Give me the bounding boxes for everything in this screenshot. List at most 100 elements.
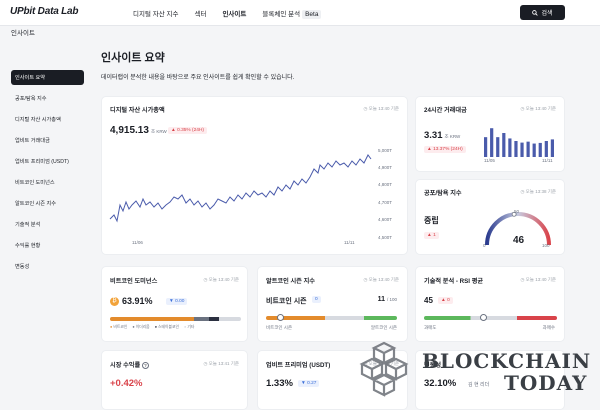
returns-title: 시장 수익률 ? — [110, 360, 149, 369]
gauge-mid: 50 — [514, 209, 520, 214]
altseason-badge: 0 — [312, 296, 321, 303]
page-title: 인사이트 요약 — [101, 52, 165, 64]
rsi-value: 45 — [424, 296, 433, 305]
dominance-seg-btc — [110, 317, 194, 321]
altseason-marker — [276, 314, 284, 321]
rsi-change: ▲ 0 — [438, 297, 453, 304]
dominance-seg-stable — [209, 317, 219, 321]
volume-bar — [544, 141, 548, 157]
altseason-score: 11 — [377, 296, 386, 303]
nav-sector[interactable]: 섹터 — [194, 8, 206, 18]
y-tick: 5,000T — [378, 148, 393, 153]
returns-time: ◷ 오늘 13:41 기준 — [203, 361, 239, 366]
volume-bar — [520, 142, 524, 157]
legend-stable-label: 스테이블코인 — [158, 325, 180, 329]
premium-title: 업비트 프리미엄 (USDT) — [266, 362, 331, 369]
y-tick: 4,800T — [378, 182, 393, 187]
nav-insight[interactable]: 인사이트 — [222, 8, 246, 18]
volume-bar — [508, 138, 512, 157]
fear-greed-value: 46 — [513, 235, 525, 246]
logo[interactable]: UPbit Data Lab — [10, 6, 79, 17]
volume-bar — [514, 141, 518, 157]
legend-other-label: 기타 — [187, 325, 195, 329]
altseason-title: 알트코인 시즌 지수 — [266, 278, 315, 285]
returns-card[interactable]: 시장 수익률 ? ◷ 오늘 13:41 기준 +0.42% — [101, 350, 248, 410]
volume-bar — [502, 133, 506, 157]
volume-time-text: 오늘 13:40 기준 — [525, 106, 556, 111]
sidebar-item-technical[interactable]: 기술적 분석 — [11, 217, 84, 232]
page-description: 데이터랩이 분석한 내용을 바탕으로 주요 인사이트를 쉽게 확인할 수 있습니… — [101, 75, 295, 81]
sidebar-item-fear-greed[interactable]: 공포/탐욕 지수 — [11, 91, 84, 106]
y-tick: 4,500T — [378, 235, 393, 240]
volume-bar — [538, 142, 542, 157]
returns-value: +0.42% — [110, 378, 143, 389]
sidebar-item-premium[interactable]: 업비트 프리미엄 (USDT) — [11, 154, 84, 169]
volume-time: ◷ 오늘 13:40 기준 — [520, 106, 556, 111]
marketcap-card[interactable]: 디지털 자산 시가총액 ◷ 오늘 13:40 기준 4,915.13 조 KRW … — [101, 96, 408, 255]
legend-btc: ● 비트코인 — [110, 325, 128, 329]
gauge-min: 0 — [483, 243, 486, 248]
rsi-bar — [424, 316, 557, 320]
dominance-card[interactable]: 비트코인 도미넌스 ◷ 오늘 13:40 기준 ₿ 63.91% ▼ 0.00 … — [101, 266, 248, 342]
nav-index[interactable]: 디지털 자산 지수 — [133, 8, 178, 18]
dominance-value: 63.91% — [122, 296, 153, 306]
volume-bar — [532, 143, 536, 157]
volume-bar — [484, 137, 488, 157]
nav-blockchain[interactable]: 블록체인 분석 Beta — [262, 8, 337, 19]
dominance-seg-eth — [193, 317, 210, 321]
volume-card[interactable]: 24시간 거래대금 ◷ 오늘 13:40 기준 3.31 조 KRW ▲ 13.3… — [415, 96, 565, 172]
gauge-max: 100 — [542, 243, 550, 248]
fear-greed-card[interactable]: 공포/탐욕 지수 ◷ 오늘 13:38 기준 중립 ▲ 1 46 0 50 10… — [415, 179, 565, 255]
marketcap-value: 4,915.13 — [110, 125, 149, 136]
sidebar-item-altseason[interactable]: 알트코인 시즌 지수 — [11, 196, 84, 211]
fear-greed-time-text: 오늘 13:38 기준 — [525, 189, 556, 194]
premium-change: ▼ 0.27 — [298, 380, 320, 387]
watermark-line1: BLOCKCHAIN — [422, 349, 592, 373]
bitcoin-icon: ₿ — [110, 297, 119, 306]
x-tick: 11/11 — [542, 158, 553, 163]
volume-value-wrap: 3.31 조 KRW — [424, 130, 460, 141]
marketcap-unit: 조 KRW — [150, 129, 167, 134]
help-icon[interactable]: ? — [141, 362, 149, 369]
volume-unit: 조 KRW — [444, 134, 461, 139]
premium-value: 1.33% — [266, 378, 293, 389]
sidebar-item-summary[interactable]: 인사이트 요약 — [11, 70, 84, 85]
top-bar: UPbit Data Lab 디지털 자산 지수 섹터 인사이트 블록체인 분석… — [0, 0, 600, 26]
dominance-bar — [110, 317, 241, 321]
search-label: 검색 — [541, 11, 553, 17]
returns-time-text: 오늘 13:41 기준 — [208, 361, 239, 366]
marketcap-time: ◷ 오늘 13:40 기준 — [363, 106, 399, 111]
marketcap-line-chart — [109, 154, 372, 223]
volume-value: 3.31 — [424, 130, 443, 141]
altseason-time-text: 오늘 13:40 기준 — [368, 277, 399, 282]
altseason-time: ◷ 오늘 13:40 기준 — [363, 277, 399, 282]
watermark-line2: TODAY — [504, 371, 588, 395]
main-nav: 디지털 자산 지수 섹터 인사이트 블록체인 분석 Beta — [133, 8, 353, 19]
dominance-time-text: 오늘 13:40 기준 — [208, 277, 239, 282]
volume-bar — [490, 128, 494, 157]
legend-stable: ● 스테이블코인 — [154, 325, 180, 329]
sidebar-item-volume[interactable]: 업비트 거래대금 — [11, 133, 84, 148]
volume-bar — [496, 137, 500, 157]
altseason-right-label: 알트코인 시즌 — [370, 325, 397, 330]
dominance-time: ◷ 오늘 13:40 기준 — [203, 277, 239, 282]
dominance-seg-other — [218, 317, 241, 321]
legend-btc-label: 비트코인 — [113, 325, 128, 329]
rsi-card[interactable]: 기술적 분석 - RSI 평균 ◷ 오늘 13:40 기준 45 ▲ 0 과매도… — [415, 266, 565, 342]
y-tick: 4,600T — [378, 217, 393, 222]
fear-greed-title: 공포/탐욕 지수 — [424, 190, 462, 197]
search-icon — [532, 9, 539, 16]
dominance-title: 비트코인 도미넌스 — [110, 278, 158, 285]
rsi-time-text: 오늘 13:40 기준 — [525, 277, 556, 282]
sidebar-item-returns[interactable]: 수익률 현황 — [11, 238, 84, 253]
search-button[interactable]: 검색 — [520, 5, 565, 20]
altseason-card[interactable]: 알트코인 시즌 지수 ◷ 오늘 13:40 기준 비트코인 시즌 0 11 / … — [257, 266, 408, 342]
legend-eth-label: 이더리움 — [135, 325, 150, 329]
sidebar-item-marketcap[interactable]: 디지털 자산 시가총액 — [11, 112, 84, 127]
altseason-label: 비트코인 시즌 — [266, 298, 307, 305]
sidebar-item-dominance[interactable]: 비트코인 도미넌스 — [11, 175, 84, 190]
altseason-score-wrap: 11 / 100 — [378, 296, 397, 303]
watermark: BLOCKCHAIN TODAY — [358, 338, 600, 410]
sidebar-item-volatility[interactable]: 변동성 — [11, 259, 84, 274]
altseason-left-label: 비트코인 시즌 — [266, 325, 293, 330]
